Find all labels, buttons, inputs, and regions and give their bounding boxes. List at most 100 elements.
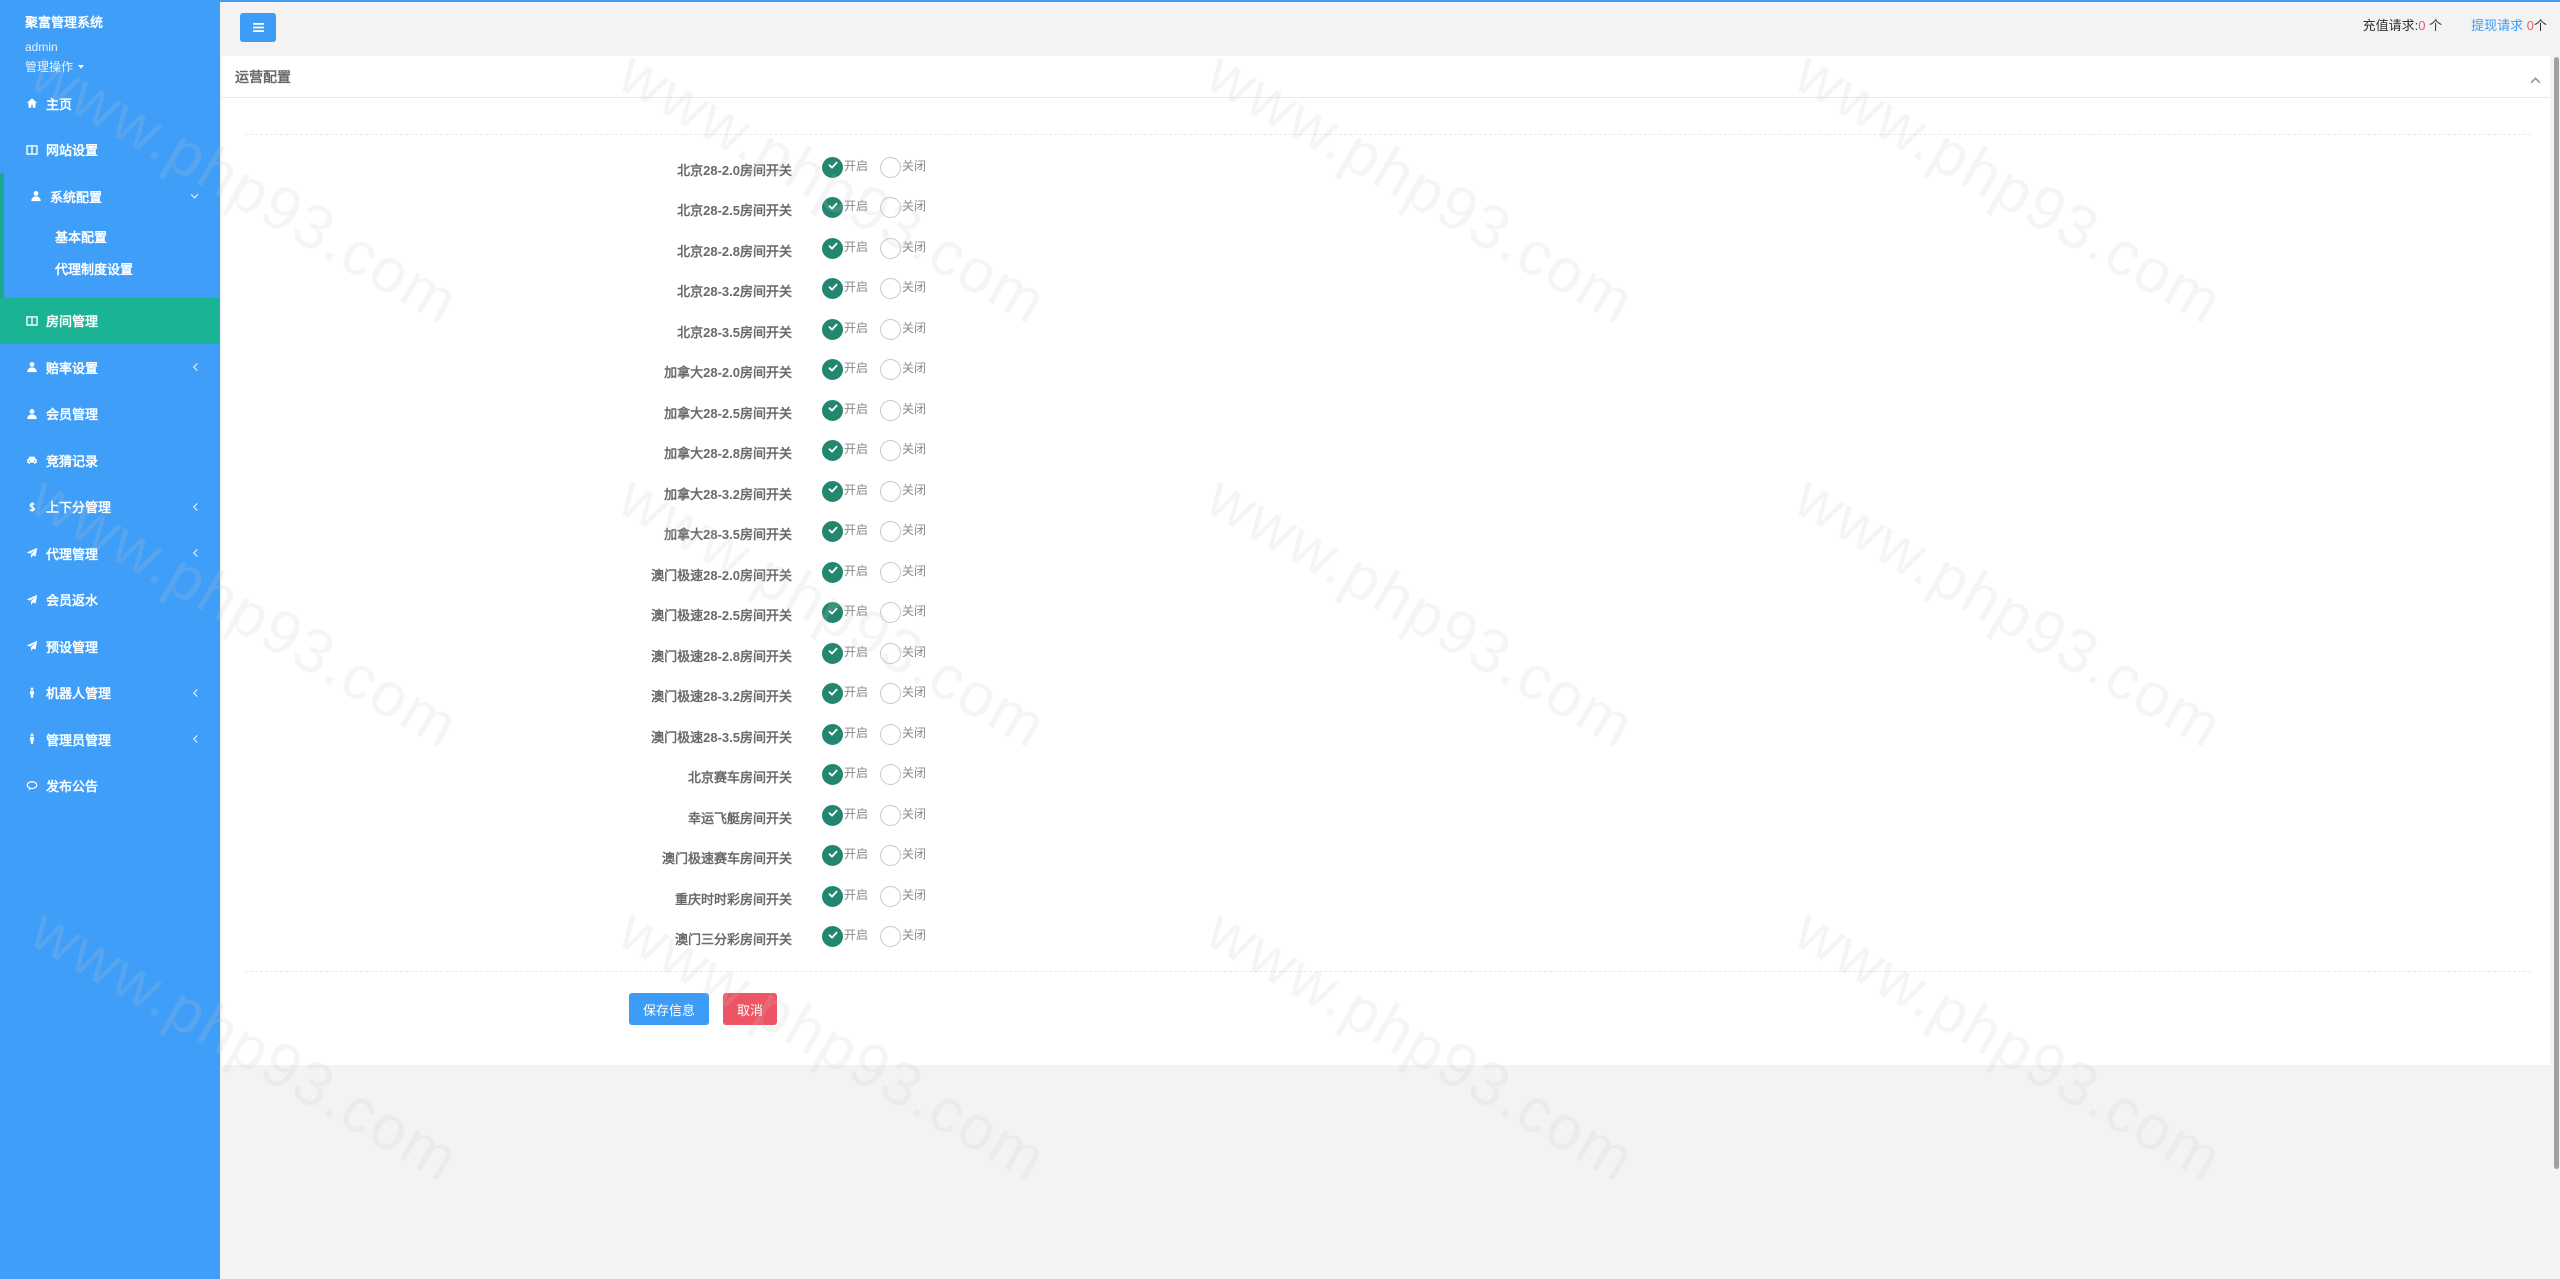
cancel-button[interactable]: 取消 — [723, 993, 777, 1025]
radio-checked[interactable] — [822, 480, 843, 502]
radio-option-off[interactable]: 关闭 — [880, 521, 926, 543]
radio-option-off[interactable]: 关闭 — [880, 602, 926, 624]
sidebar-item-site-settings[interactable]: 网站设置 — [0, 127, 220, 174]
radio-option-off[interactable]: 关闭 — [880, 683, 926, 705]
radio-option-off[interactable]: 关闭 — [880, 197, 926, 219]
radio-option-off[interactable]: 关闭 — [880, 723, 926, 745]
radio-option-off[interactable]: 关闭 — [880, 642, 926, 664]
sidebar-item-robot-management[interactable]: 机器人管理 — [0, 670, 220, 717]
radio-option-on[interactable]: 开启 — [822, 723, 868, 745]
sidebar-item-agent-management[interactable]: 代理管理 — [0, 530, 220, 577]
radio-unchecked[interactable] — [880, 561, 902, 583]
sidebar-item-home[interactable]: 主页 — [0, 80, 220, 127]
radio-option-off[interactable]: 关闭 — [880, 561, 926, 583]
radio-option-on[interactable]: 开启 — [822, 359, 868, 381]
radio-unchecked[interactable] — [880, 521, 902, 543]
radio-option-on[interactable]: 开启 — [822, 318, 868, 340]
radio-unchecked[interactable] — [880, 642, 902, 664]
radio-option-off[interactable]: 关闭 — [880, 237, 926, 259]
radio-checked[interactable] — [822, 156, 843, 178]
radio-option-on[interactable]: 开启 — [822, 399, 868, 421]
radio-unchecked[interactable] — [880, 845, 902, 867]
radio-unchecked[interactable] — [880, 885, 902, 907]
radio-option-on[interactable]: 开启 — [822, 156, 868, 178]
scrollbar-thumb[interactable] — [2554, 57, 2559, 1169]
radio-option-off[interactable]: 关闭 — [880, 399, 926, 421]
radio-option-on[interactable]: 开启 — [822, 926, 868, 948]
radio-checked[interactable] — [822, 602, 843, 624]
radio-unchecked[interactable] — [880, 237, 902, 259]
radio-option-on[interactable]: 开启 — [822, 521, 868, 543]
menu-toggle-button[interactable] — [240, 13, 276, 42]
sidebar-item-announcements[interactable]: 发布公告 — [0, 763, 220, 810]
radio-unchecked[interactable] — [880, 359, 902, 381]
radio-checked[interactable] — [822, 561, 843, 583]
save-button[interactable]: 保存信息 — [629, 993, 709, 1025]
radio-unchecked[interactable] — [880, 764, 902, 786]
recharge-requests[interactable]: 充值请求:0 个 — [2363, 17, 2442, 35]
sidebar-item-system-config[interactable]: 系统配置 — [4, 173, 220, 220]
radio-option-on[interactable]: 开启 — [822, 278, 868, 300]
radio-option-off[interactable]: 关闭 — [880, 278, 926, 300]
radio-checked[interactable] — [822, 521, 843, 543]
radio-unchecked[interactable] — [880, 399, 902, 421]
radio-unchecked[interactable] — [880, 480, 902, 502]
radio-option-on[interactable]: 开启 — [822, 237, 868, 259]
radio-option-off[interactable]: 关闭 — [880, 845, 926, 867]
radio-checked[interactable] — [822, 764, 843, 786]
radio-unchecked[interactable] — [880, 156, 902, 178]
radio-option-on[interactable]: 开启 — [822, 602, 868, 624]
radio-option-off[interactable]: 关闭 — [880, 318, 926, 340]
radio-unchecked[interactable] — [880, 602, 902, 624]
sidebar-item-odds-settings[interactable]: 赔率设置 — [0, 344, 220, 391]
radio-checked[interactable] — [822, 683, 843, 705]
radio-option-on[interactable]: 开启 — [822, 440, 868, 462]
radio-checked[interactable] — [822, 642, 843, 664]
radio-checked[interactable] — [822, 440, 843, 462]
radio-option-on[interactable]: 开启 — [822, 197, 868, 219]
sidebar-item-room-management[interactable]: 房间管理 — [0, 297, 220, 344]
sidebar-subitem[interactable]: 代理制度设置 — [4, 254, 220, 286]
radio-checked[interactable] — [822, 926, 843, 948]
radio-checked[interactable] — [822, 237, 843, 259]
radio-checked[interactable] — [822, 723, 843, 745]
radio-option-on[interactable]: 开启 — [822, 764, 868, 786]
sidebar-item-bet-records[interactable]: 竞猜记录 — [0, 437, 220, 484]
sidebar-item-preset-management[interactable]: 预设管理 — [0, 623, 220, 670]
radio-option-on[interactable]: 开启 — [822, 683, 868, 705]
radio-unchecked[interactable] — [880, 683, 902, 705]
radio-option-off[interactable]: 关闭 — [880, 480, 926, 502]
radio-unchecked[interactable] — [880, 318, 902, 340]
radio-unchecked[interactable] — [880, 804, 902, 826]
radio-option-off[interactable]: 关闭 — [880, 359, 926, 381]
user-menu-dropdown[interactable]: 管理操作 — [25, 59, 85, 75]
radio-option-on[interactable]: 开启 — [822, 885, 868, 907]
sidebar-subitem[interactable]: 基本配置 — [4, 222, 220, 254]
sidebar-item-member-rebate[interactable]: 会员返水 — [0, 577, 220, 624]
radio-unchecked[interactable] — [880, 926, 902, 948]
radio-option-off[interactable]: 关闭 — [880, 804, 926, 826]
panel-collapse-button[interactable] — [2530, 71, 2541, 87]
radio-checked[interactable] — [822, 359, 843, 381]
radio-option-off[interactable]: 关闭 — [880, 926, 926, 948]
radio-option-off[interactable]: 关闭 — [880, 156, 926, 178]
radio-checked[interactable] — [822, 804, 843, 826]
radio-unchecked[interactable] — [880, 197, 902, 219]
radio-option-on[interactable]: 开启 — [822, 480, 868, 502]
radio-checked[interactable] — [822, 318, 843, 340]
sidebar-item-credit-management[interactable]: 上下分管理 — [0, 484, 220, 531]
radio-checked[interactable] — [822, 278, 843, 300]
radio-checked[interactable] — [822, 197, 843, 219]
radio-unchecked[interactable] — [880, 440, 902, 462]
radio-option-on[interactable]: 开启 — [822, 642, 868, 664]
sidebar-item-admin-management[interactable]: 管理员管理 — [0, 716, 220, 763]
radio-unchecked[interactable] — [880, 278, 902, 300]
radio-option-off[interactable]: 关闭 — [880, 885, 926, 907]
radio-option-on[interactable]: 开启 — [822, 845, 868, 867]
radio-unchecked[interactable] — [880, 723, 902, 745]
radio-checked[interactable] — [822, 845, 843, 867]
radio-option-off[interactable]: 关闭 — [880, 440, 926, 462]
radio-option-on[interactable]: 开启 — [822, 561, 868, 583]
radio-option-on[interactable]: 开启 — [822, 804, 868, 826]
radio-checked[interactable] — [822, 885, 843, 907]
